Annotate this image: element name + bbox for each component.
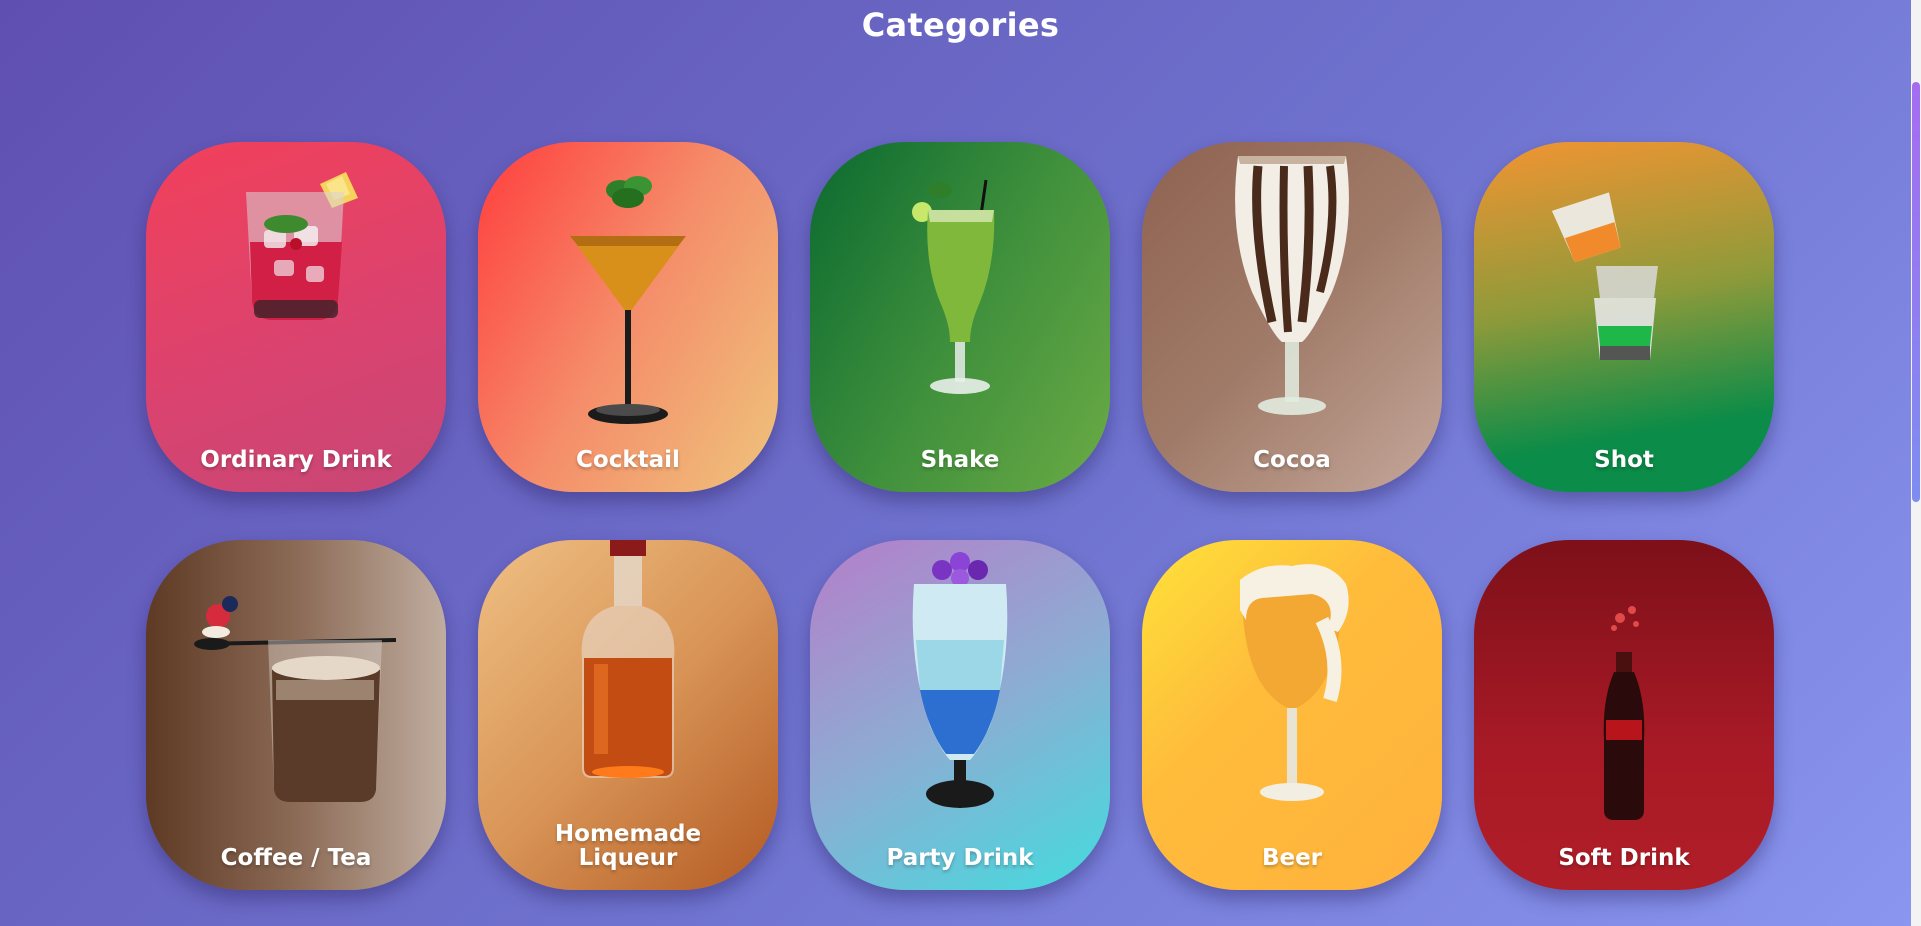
- scroll-thumb[interactable]: [1912, 82, 1920, 502]
- category-card-homemade-liqueur[interactable]: Homemade Liqueur: [478, 540, 778, 890]
- category-label: Beer: [1261, 845, 1323, 871]
- liqueur-bottle-icon: [581, 540, 675, 778]
- category-grid: Ordinary Drink Cocktail Shake Cocoa Shot…: [146, 142, 1774, 890]
- category-card-soft-drink[interactable]: Soft Drink: [1474, 540, 1774, 890]
- category-label: Cocktail: [576, 447, 680, 473]
- shot-glasses-icon: [1551, 192, 1658, 360]
- category-label: Soft Drink: [1558, 845, 1690, 871]
- ordinary-drink-glass-icon: [246, 172, 358, 320]
- category-label: Homemade Liqueur: [554, 821, 702, 871]
- soda-bottle-icon: [1603, 606, 1645, 820]
- category-label: Shot: [1594, 447, 1654, 473]
- scrollbar[interactable]: [1911, 0, 1921, 926]
- category-card-ordinary-drink[interactable]: Ordinary Drink: [146, 142, 446, 492]
- category-card-shake[interactable]: Shake: [810, 142, 1110, 492]
- party-drink-glass-icon: [912, 552, 1008, 808]
- shake-glass-icon: [912, 179, 995, 394]
- cocktail-glass-icon: [570, 176, 686, 424]
- category-card-cocktail[interactable]: Cocktail: [478, 142, 778, 492]
- category-label: Shake: [920, 447, 1000, 473]
- category-card-beer[interactable]: Beer: [1142, 540, 1442, 890]
- category-card-cocoa[interactable]: Cocoa: [1142, 142, 1442, 492]
- category-card-coffee-tea[interactable]: Coffee / Tea: [146, 540, 446, 890]
- category-label: Ordinary Drink: [200, 447, 392, 473]
- category-label: Party Drink: [886, 845, 1034, 871]
- category-card-shot[interactable]: Shot: [1474, 142, 1774, 492]
- cocoa-glass-icon: [1235, 156, 1349, 415]
- beer-glass-icon: [1240, 564, 1349, 801]
- page-title: Categories: [861, 6, 1060, 44]
- category-card-party-drink[interactable]: Party Drink: [810, 540, 1110, 890]
- coffee-glass-icon: [194, 596, 397, 802]
- category-label: Cocoa: [1253, 447, 1331, 473]
- category-label: Coffee / Tea: [220, 845, 372, 871]
